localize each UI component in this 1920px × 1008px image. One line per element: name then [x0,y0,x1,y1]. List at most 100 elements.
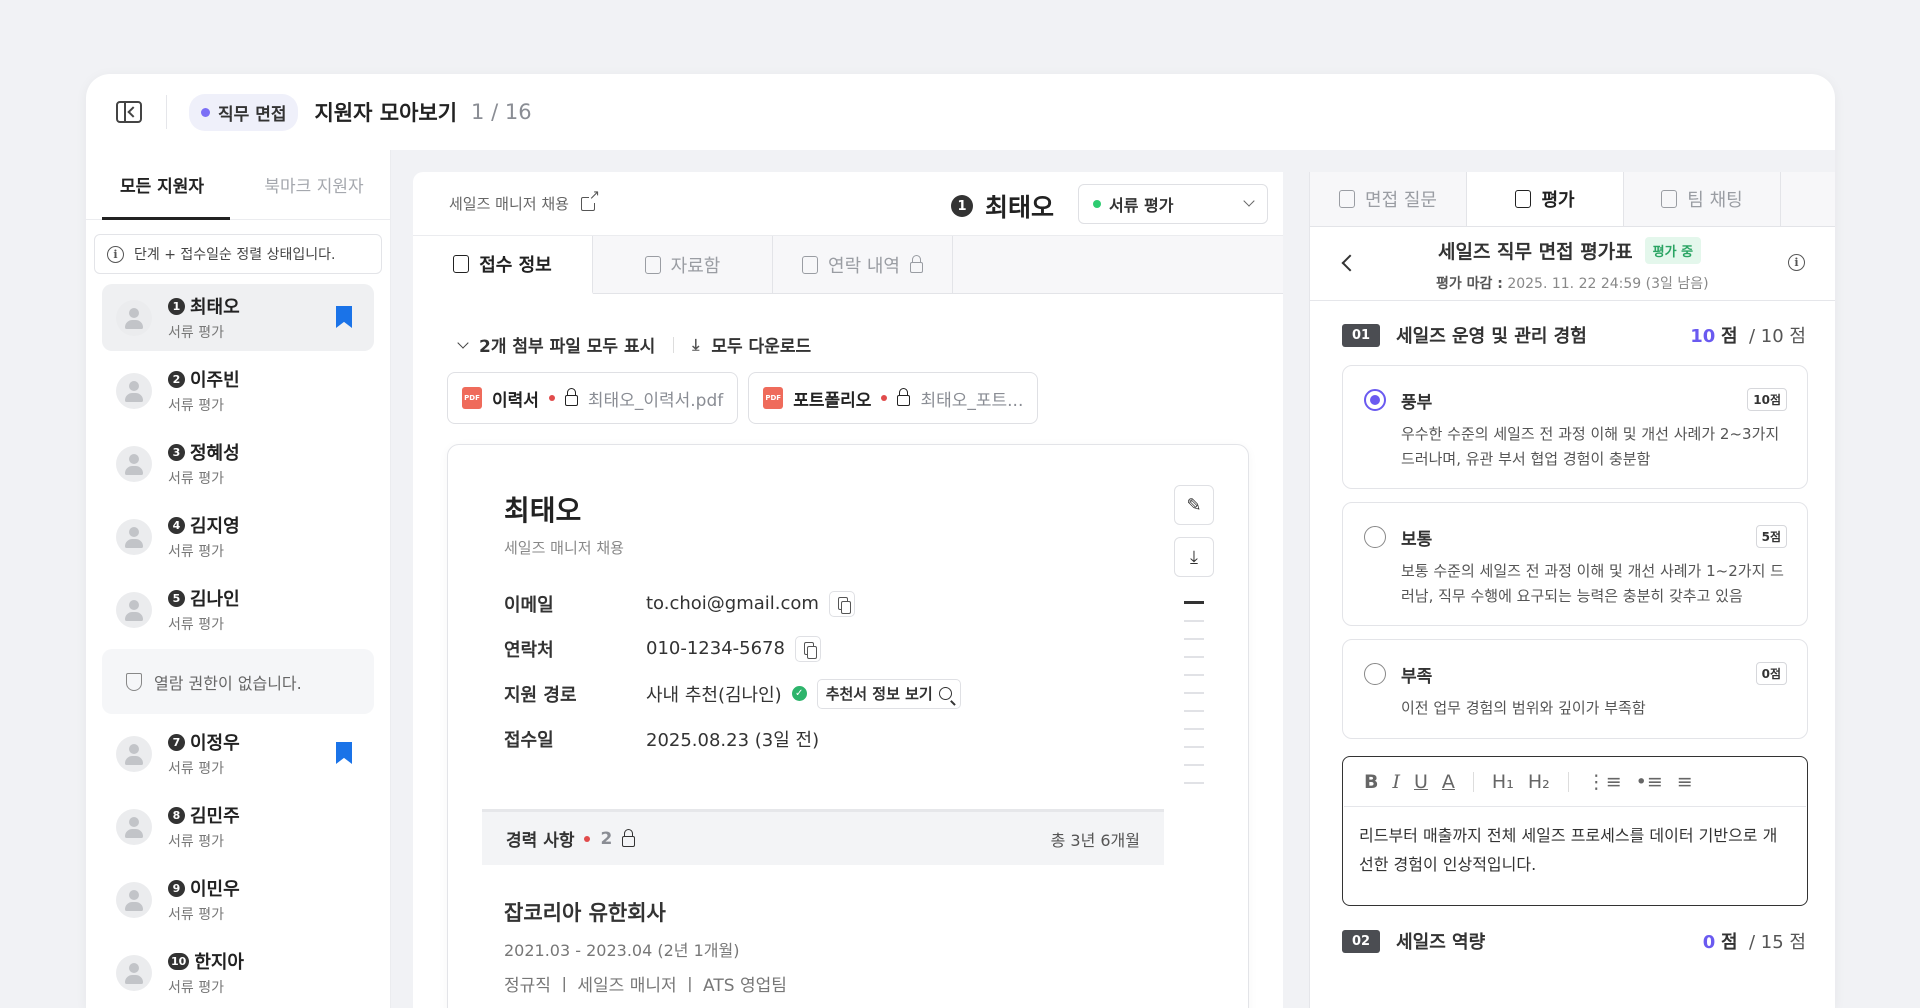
deadline-value: 2025. 11. 22 24:59 (3일 남음) [1507,276,1709,292]
info-icon[interactable]: i [1788,254,1805,271]
tab-application-info[interactable]: 접수 정보 [413,236,593,294]
bookmark-icon[interactable] [336,742,352,764]
section-minimap[interactable] [1184,601,1204,800]
avatar [116,954,152,991]
applicant-item[interactable]: 7 이정우 서류 평가 [102,720,374,787]
applicant-status: 서류 평가 [168,980,224,996]
avatar [116,372,152,409]
rating-radio[interactable] [1364,526,1386,548]
applicant-status: 서류 평가 [168,617,224,633]
card-applicant-name: 최태오 [504,494,582,527]
copy-icon[interactable] [828,590,855,617]
bookmark-icon[interactable] [336,306,352,328]
avatar [116,299,152,336]
section-max-score: / 15 점 [1749,932,1806,953]
rating-option[interactable]: 부족 0점 이전 업무 경험의 범위와 깊이가 부족함 [1342,639,1808,739]
chevron-left-icon[interactable] [1341,254,1359,272]
divider [1567,771,1569,792]
pdf-icon: PDF [462,387,482,409]
applicant-number-badge: 4 [168,516,185,534]
copy-icon[interactable] [794,635,821,662]
tab-all-applicants[interactable]: 모든 지원자 [86,150,238,220]
italic-icon[interactable]: I [1392,771,1400,793]
rating-title: 보통 [1401,530,1433,550]
main-area: 세일즈 매니저 채용 1 최태오 서류 평가 접수 정보 [391,150,1835,1008]
file-name: 최태오_포트... [920,390,1024,411]
download-all-button[interactable]: 모두 다운로드 [711,332,811,357]
attachment-file[interactable]: PDF 이력서 최태오_이력서.pdf [447,372,739,424]
rating-radio[interactable] [1364,663,1386,685]
show-all-attachments[interactable]: 2개 첨부 파일 모두 표시 [479,332,655,357]
section-score: 0 [1702,932,1716,953]
view-referral-button[interactable]: 추천서 정보 보기 [816,678,961,709]
stage-dot-icon [201,107,210,117]
tab-evaluation[interactable]: 평가 [1467,172,1624,226]
divider [673,336,675,353]
file-name: 최태오_이력서.pdf [587,390,724,411]
chevron-down-icon [1243,195,1255,207]
tab-contact-history[interactable]: 연락 내역 [773,236,953,293]
bullet-list-icon[interactable]: •≡ [1636,771,1663,793]
avatar [116,808,152,845]
stage-chip[interactable]: 직무 면접 [189,93,299,131]
avatar [116,881,152,918]
attachment-files: PDF 이력서 최태오_이력서.pdf PDF 포트폴리오 최태오_포트... [447,372,1039,424]
applicant-item[interactable]: 8 김민주 서류 평가 [102,793,374,860]
avatar [116,445,152,482]
rating-radio[interactable] [1364,389,1386,411]
section-title: 세일즈 운영 및 관리 경험 [1396,326,1587,347]
evaluation-header: 세일즈 직무 면접 평가표 평가 중 평가 마감 : 2025. 11. 22 … [1310,227,1835,301]
edit-button[interactable]: ✎ [1174,485,1214,525]
job-posting-link[interactable]: 세일즈 매니저 채용 [449,193,569,214]
archive-icon [644,255,661,274]
applicant-item[interactable]: 1 최태오 서류 평가 [102,284,374,351]
tab-interview-questions[interactable]: 면접 질문 [1310,172,1467,226]
bold-icon[interactable]: B [1364,771,1378,793]
heading2-icon[interactable]: H₂ [1528,771,1550,793]
download-icon: ⤓ [1190,546,1198,568]
rating-option[interactable]: 풍부 10점 우수한 수준의 세일즈 전 과정 이해 및 개선 사례가 2~3가… [1342,365,1808,489]
comment-text[interactable]: 리드부터 매출까지 전체 세일즈 프로세스를 데이터 기반으로 개선한 경험이 … [1343,807,1807,893]
applicant-item[interactable]: 2 이주빈 서류 평가 [102,357,374,424]
avatar [116,518,152,555]
attachment-file[interactable]: PDF 포트폴리오 최태오_포트... [748,372,1039,424]
applicant-list: 1 최태오 서류 평가 2 이주빈 서류 평가 3 정혜성 서류 평가 4 김지… [86,284,390,1006]
tab-team-chat[interactable]: 팀 채팅 [1624,172,1781,226]
applicant-detail-panel: 세일즈 매니저 채용 1 최태오 서류 평가 접수 정보 [413,172,1283,1008]
page-title: 지원자 모아보기 [314,101,458,125]
sort-notice: i 단계 + 접수일순 정렬 상태입니다. [94,234,382,274]
ordered-list-icon[interactable]: ⋮≡ [1587,771,1622,793]
applicant-number-badge: 9 [168,879,185,897]
file-label: 이력서 [492,390,539,411]
attachments-toolbar: 2개 첨부 파일 모두 표시 ⤓ 모두 다운로드 [457,332,811,357]
text-color-icon[interactable]: A [1442,771,1455,793]
phone-value: 010-1234-5678 [646,638,785,659]
comment-editor[interactable]: B I U A H₁ H₂ ⋮≡ •≡ ≡ 리드부터 매출까지 전체 세일즈 프… [1342,756,1808,906]
applicant-item[interactable]: 9 이민우 서류 평가 [102,866,374,933]
external-link-icon[interactable] [580,188,600,211]
applicant-status: 서류 평가 [168,761,224,777]
avatar [116,735,152,772]
download-icon[interactable]: ⤓ [692,335,699,355]
tab-documents[interactable]: 자료함 [593,236,773,293]
info-row-date: 접수일 2025.08.23 (3일 전) [504,716,961,761]
heading1-icon[interactable]: H₁ [1492,771,1514,793]
align-icon[interactable]: ≡ [1677,771,1693,793]
info-row-source: 지원 경로 사내 추천(김나인) ✓ 추천서 정보 보기 [504,671,961,716]
underline-icon[interactable]: U [1414,771,1428,793]
status-select[interactable]: 서류 평가 [1078,184,1268,224]
rating-points: 10점 [1747,388,1787,411]
applicant-item[interactable]: 4 김지영 서류 평가 [102,503,374,570]
tab-bookmarked-applicants[interactable]: 북마크 지원자 [238,150,390,219]
download-button[interactable]: ⤓ [1174,537,1214,577]
applicant-item[interactable]: 5 김나인 서류 평가 [102,576,374,643]
evaluation-title: 세일즈 직무 면접 평가표 [1438,241,1633,263]
applicant-item[interactable]: 3 정혜성 서류 평가 [102,430,374,497]
status-dot-icon [1093,200,1101,208]
card-tools: ✎ ⤓ [1174,485,1214,577]
chevron-down-icon[interactable] [457,336,469,349]
sidebar-collapse-icon[interactable] [116,101,142,123]
deadline-label: 평가 마감 : [1436,276,1503,292]
applicant-item[interactable]: 10 한지아 서류 평가 [102,939,374,1006]
rating-option[interactable]: 보통 5점 보통 수준의 세일즈 전 과정 이해 및 개선 사례가 1~2가지 … [1342,502,1808,626]
